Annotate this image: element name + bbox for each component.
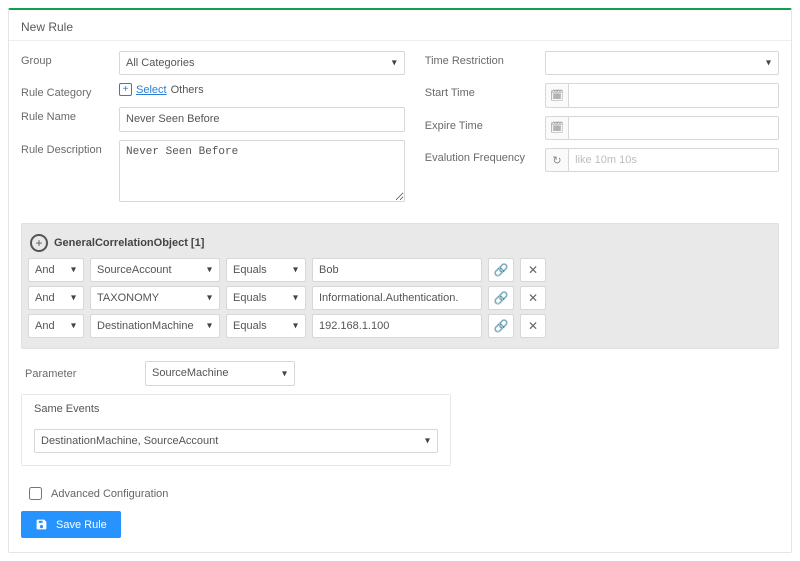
start-time-label: Start Time: [425, 83, 545, 99]
save-button[interactable]: Save Rule: [21, 511, 121, 538]
same-events-panel: Same Events DestinationMachine, SourceAc…: [21, 394, 451, 466]
panel-title: New Rule: [9, 10, 791, 41]
expire-time-label: Expire Time: [425, 116, 545, 132]
criteria-row: And SourceAccount Equals 🔗 ✕: [28, 258, 772, 282]
left-column: Group All Categories Rule Category: [21, 51, 405, 213]
rule-category-select-link[interactable]: Select: [136, 84, 167, 96]
time-restriction-select[interactable]: [545, 51, 779, 75]
value-input[interactable]: [312, 258, 482, 282]
op-select[interactable]: Equals: [226, 258, 306, 282]
parameter-select[interactable]: SourceMachine: [145, 361, 295, 385]
field-select[interactable]: TAXONOMY: [90, 286, 220, 310]
calendar-icon[interactable]: 🗓: [545, 83, 568, 107]
bool-select[interactable]: And: [28, 314, 84, 338]
rule-category-value: Others: [171, 84, 204, 96]
right-column: Time Restriction Start Time: [425, 51, 779, 213]
select-plus-icon[interactable]: +: [119, 83, 132, 96]
group-select[interactable]: All Categories: [119, 51, 405, 75]
advanced-config-label: Advanced Configuration: [51, 488, 168, 500]
remove-icon[interactable]: ✕: [520, 314, 546, 338]
op-select[interactable]: Equals: [226, 314, 306, 338]
field-select[interactable]: SourceAccount: [90, 258, 220, 282]
same-events-title: Same Events: [22, 395, 450, 423]
floppy-icon: [35, 518, 48, 531]
parameter-label: Parameter: [25, 368, 125, 380]
link-icon[interactable]: 🔗: [488, 314, 514, 338]
link-icon[interactable]: 🔗: [488, 258, 514, 282]
rule-description-label: Rule Description: [21, 140, 119, 156]
value-input[interactable]: [312, 314, 482, 338]
eval-freq-input[interactable]: [568, 148, 779, 172]
advanced-config-checkbox[interactable]: [29, 487, 42, 500]
add-circle-icon[interactable]: +: [30, 234, 48, 252]
rule-category-label: Rule Category: [21, 83, 119, 99]
rule-name-label: Rule Name: [21, 107, 119, 123]
expire-time-input[interactable]: [568, 116, 779, 140]
save-button-label: Save Rule: [56, 519, 107, 531]
criteria-row: And TAXONOMY Equals 🔗 ✕: [28, 286, 772, 310]
refresh-icon[interactable]: ↻: [545, 148, 568, 172]
bool-select[interactable]: And: [28, 286, 84, 310]
rule-description-textarea[interactable]: Never Seen Before: [119, 140, 405, 202]
new-rule-panel: New Rule Group All Categories: [8, 8, 792, 553]
remove-icon[interactable]: ✕: [520, 258, 546, 282]
op-select[interactable]: Equals: [226, 286, 306, 310]
same-events-select[interactable]: DestinationMachine, SourceAccount: [34, 429, 438, 453]
criteria-box: + GeneralCorrelationObject [1] And Sourc…: [21, 223, 779, 350]
bool-select[interactable]: And: [28, 258, 84, 282]
calendar-icon[interactable]: 🗓: [545, 116, 568, 140]
remove-icon[interactable]: ✕: [520, 286, 546, 310]
value-input[interactable]: [312, 286, 482, 310]
group-label: Group: [21, 51, 119, 67]
start-time-input[interactable]: [568, 83, 779, 107]
link-icon[interactable]: 🔗: [488, 286, 514, 310]
time-restriction-label: Time Restriction: [425, 51, 545, 67]
eval-freq-label: Evalution Frequency: [425, 148, 545, 164]
field-select[interactable]: DestinationMachine: [90, 314, 220, 338]
criteria-header-text: GeneralCorrelationObject [1]: [54, 237, 204, 249]
rule-name-input[interactable]: [119, 107, 405, 131]
criteria-row: And DestinationMachine Equals 🔗 ✕: [28, 314, 772, 338]
